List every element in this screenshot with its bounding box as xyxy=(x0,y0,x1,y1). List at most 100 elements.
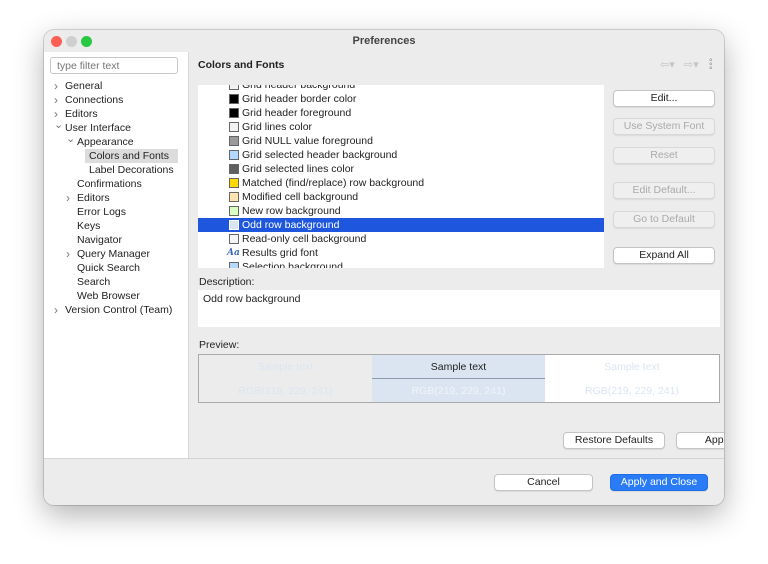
preview-rgb-text: RGB(219, 229, 241) xyxy=(238,385,333,397)
sidebar-item[interactable]: Colors and Fonts xyxy=(85,149,178,163)
chevron-right-icon[interactable]: › xyxy=(54,93,58,107)
list-item-label: Modified cell background xyxy=(242,191,359,203)
sidebar-item-label: Appearance xyxy=(77,136,134,148)
sidebar-item[interactable]: Search xyxy=(44,275,188,289)
use-system-font-button[interactable]: Use System Font xyxy=(613,118,715,135)
edit-button[interactable]: Edit... xyxy=(613,90,715,107)
preview-rgb-text: RGB(219, 229, 241) xyxy=(411,385,506,397)
sidebar-item-label: General xyxy=(65,80,103,92)
list-item-label: Grid NULL value foreground xyxy=(242,135,373,147)
sidebar-item[interactable]: › Version Control (Team) xyxy=(44,303,188,317)
title-bar: Preferences xyxy=(44,30,724,52)
forward-icon[interactable]: ⇨▾ xyxy=(684,58,699,71)
sidebar-item[interactable]: › General xyxy=(44,79,188,93)
color-swatch-icon xyxy=(229,136,239,146)
preferences-window: Preferences ›General›Connections›Editors… xyxy=(44,30,724,505)
sidebar-item-label: Keys xyxy=(77,220,101,232)
color-swatch-icon xyxy=(229,192,239,202)
sidebar-item-label: Editors xyxy=(77,192,110,204)
chevron-right-icon[interactable]: › xyxy=(66,191,70,205)
color-swatch-icon xyxy=(229,108,239,118)
list-item[interactable]: Matched (find/replace) row background xyxy=(198,176,604,190)
sidebar-item-label: Editors xyxy=(65,108,98,120)
sidebar-item[interactable]: Web Browser xyxy=(44,289,188,303)
reset-button[interactable]: Reset xyxy=(613,147,715,164)
preview-sample-text: Sample text xyxy=(372,355,545,379)
sidebar-item[interactable]: Confirmations xyxy=(44,177,188,191)
back-icon[interactable]: ⇦▾ xyxy=(660,58,675,71)
font-icon: Aa xyxy=(227,248,240,258)
expand-all-button[interactable]: Expand All xyxy=(613,247,715,264)
chevron-down-icon[interactable]: ⌄ xyxy=(66,132,75,146)
sidebar-item[interactable]: Keys xyxy=(44,219,188,233)
go-to-default-button[interactable]: Go to Default xyxy=(613,211,715,228)
list-item-label: Grid header border color xyxy=(242,93,357,105)
chevron-down-icon[interactable]: ⌄ xyxy=(54,118,63,132)
list-item[interactable]: Selection background xyxy=(198,260,604,268)
cancel-button[interactable]: Cancel xyxy=(494,474,593,491)
color-swatch-icon xyxy=(229,178,239,188)
sidebar-item[interactable]: › Editors xyxy=(44,191,188,205)
sidebar-item[interactable]: Quick Search xyxy=(44,261,188,275)
sidebar-item[interactable]: › Query Manager xyxy=(44,247,188,261)
list-item[interactable]: Grid header foreground xyxy=(198,106,604,120)
colors-fonts-list[interactable]: Grid header background Grid header border… xyxy=(198,85,604,268)
color-swatch-icon xyxy=(229,262,239,268)
color-swatch-icon xyxy=(229,94,239,104)
list-item[interactable]: Grid header background xyxy=(198,85,604,92)
list-item[interactable]: Grid NULL value foreground xyxy=(198,134,604,148)
zoom-window-button[interactable] xyxy=(81,36,92,47)
list-item[interactable]: Odd row background xyxy=(198,218,604,232)
filter-input[interactable] xyxy=(50,57,178,74)
page-title: Colors and Fonts xyxy=(198,59,285,71)
more-menu-icon[interactable]: ° ° ° xyxy=(709,58,713,75)
sidebar-item-label: Web Browser xyxy=(77,290,140,302)
chevron-right-icon[interactable]: › xyxy=(54,79,58,93)
sidebar-item[interactable]: › Connections xyxy=(44,93,188,107)
list-item[interactable]: Grid header border color xyxy=(198,92,604,106)
preview-sample-text: Sample text xyxy=(604,361,660,373)
sidebar-item[interactable]: › Editors xyxy=(44,107,188,121)
list-item[interactable]: Modified cell background xyxy=(198,190,604,204)
sidebar-item-label: Colors and Fonts xyxy=(89,150,169,162)
list-item[interactable]: Grid lines color xyxy=(198,120,604,134)
preview-cell: Sample text RGB(219, 229, 241) xyxy=(545,355,719,402)
preview-cell: Sample text RGB(219, 229, 241) xyxy=(199,355,372,402)
apply-and-close-button[interactable]: Apply and Close xyxy=(610,474,708,491)
color-swatch-icon xyxy=(229,206,239,216)
list-item-label: Grid lines color xyxy=(242,121,313,133)
color-swatch-icon xyxy=(229,85,239,90)
sidebar: ›General›Connections›Editors⌄User Interf… xyxy=(44,52,189,458)
list-item[interactable]: Grid selected header background xyxy=(198,148,604,162)
sidebar-item[interactable]: Navigator xyxy=(44,233,188,247)
sidebar-item-label: Confirmations xyxy=(77,178,142,190)
list-item-label: Selection background xyxy=(242,261,343,268)
color-swatch-icon xyxy=(229,150,239,160)
chevron-right-icon[interactable]: › xyxy=(66,247,70,261)
list-item-label: Grid header foreground xyxy=(242,107,352,119)
list-item-label: Matched (find/replace) row background xyxy=(242,177,425,189)
sidebar-item-label: Connections xyxy=(65,94,124,106)
edit-default-button[interactable]: Edit Default... xyxy=(613,182,715,199)
close-window-button[interactable] xyxy=(51,36,62,47)
apply-button[interactable]: Apply xyxy=(676,432,724,449)
list-item[interactable]: Aa Results grid font xyxy=(198,246,604,260)
list-item[interactable]: Grid selected lines color xyxy=(198,162,604,176)
list-item[interactable]: New row background xyxy=(198,204,604,218)
restore-defaults-button[interactable]: Restore Defaults xyxy=(563,432,665,449)
sidebar-item[interactable]: Error Logs xyxy=(44,205,188,219)
list-item-label: Results grid font xyxy=(242,247,318,259)
sidebar-item[interactable]: Label Decorations xyxy=(44,163,188,177)
minimize-window-button[interactable] xyxy=(66,36,77,47)
sidebar-item-label: Error Logs xyxy=(77,206,127,218)
chevron-right-icon[interactable]: › xyxy=(54,303,58,317)
window-title: Preferences xyxy=(352,35,416,47)
color-swatch-icon xyxy=(229,234,239,244)
sidebar-item-label: Version Control (Team) xyxy=(65,304,173,316)
list-item-label: New row background xyxy=(242,205,341,217)
color-swatch-icon xyxy=(229,220,239,230)
sidebar-item-label: Search xyxy=(77,276,111,288)
sidebar-item[interactable]: ⌄ Appearance xyxy=(44,132,188,149)
list-item-label: Odd row background xyxy=(242,219,340,231)
list-item[interactable]: Read-only cell background xyxy=(198,232,604,246)
